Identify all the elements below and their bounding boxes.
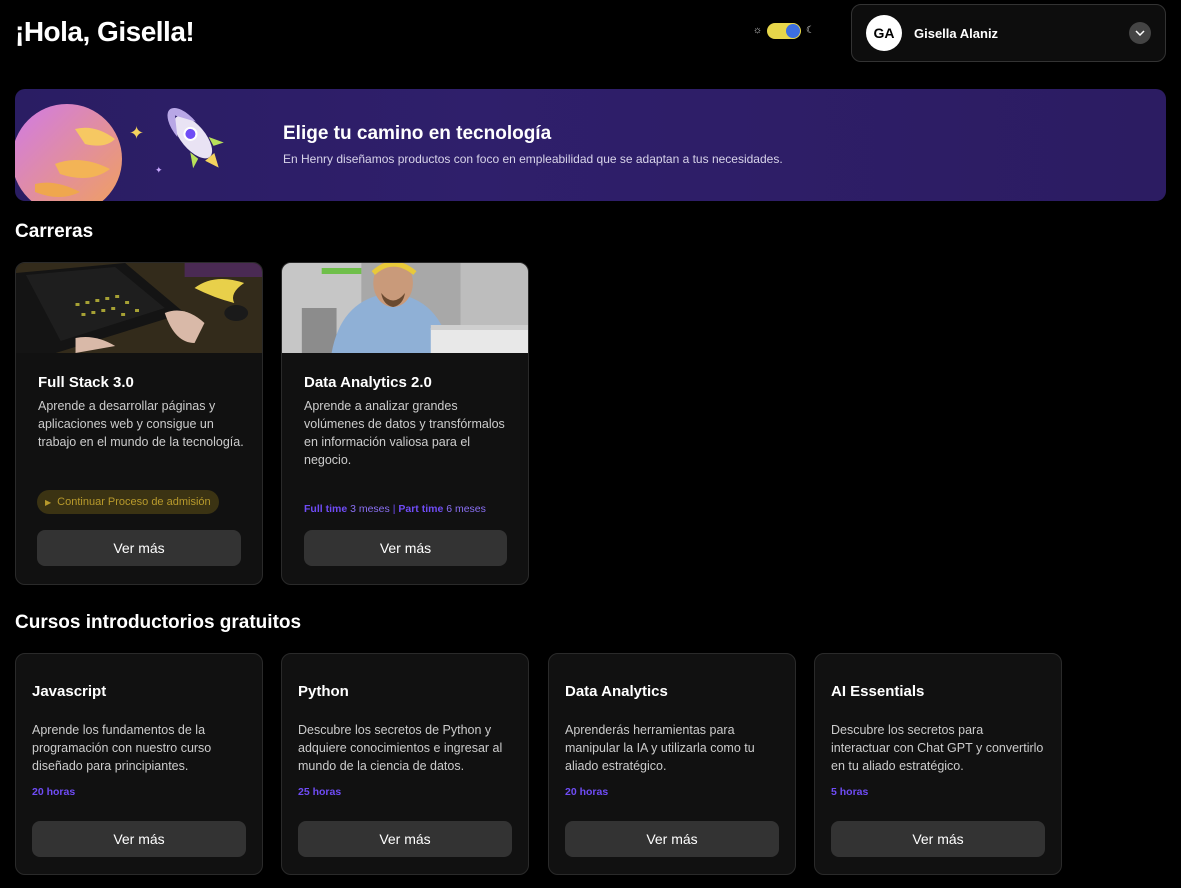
avatar: GA [866, 15, 902, 51]
course-title: Python [298, 683, 349, 700]
course-description: Descubre los secretos de Python y adquie… [298, 723, 503, 773]
course-title: Data Analytics [565, 683, 668, 700]
course-card-ai-essentials: AI Essentials Descubre los secretos para… [814, 653, 1062, 875]
user-menu[interactable]: GA Gisella Alaniz [851, 4, 1166, 62]
full-time-label: Full time [304, 503, 348, 515]
moon-icon: ☾ [806, 25, 815, 36]
user-name: Gisella Alaniz [914, 25, 999, 41]
career-title: Data Analytics 2.0 [304, 374, 432, 391]
courses-section-title: Cursos introductorios gratuitos [15, 612, 302, 633]
course-title: AI Essentials [831, 683, 925, 700]
course-title: Javascript [32, 683, 107, 700]
theme-switch-knob [786, 24, 800, 38]
play-icon: ▶ [45, 497, 52, 507]
course-duration: 20 horas [565, 786, 609, 798]
course-duration: 25 horas [298, 786, 342, 798]
career-description: Aprende a analizar grandes volúmenes de … [304, 399, 505, 467]
part-time-label: Part time [398, 503, 444, 515]
banner-subtitle: En Henry diseñamos productos con foco en… [283, 152, 783, 166]
course-description: Aprenderás herramientas para manipular l… [565, 723, 755, 773]
careers-section-title: Carreras [15, 221, 94, 242]
ver-mas-button[interactable]: Ver más [32, 821, 246, 857]
career-title: Full Stack 3.0 [38, 374, 134, 391]
admission-status-badge[interactable]: ▶ Continuar Proceso de admisión [37, 490, 219, 514]
part-time-value: 6 meses [446, 503, 486, 515]
greeting-title: ¡Hola, Gisella! [15, 16, 195, 47]
ver-mas-button[interactable]: Ver más [304, 530, 507, 566]
course-description: Aprende los fundamentos de la programaci… [32, 723, 212, 773]
course-card-data-analytics: Data Analytics Aprenderás herramientas p… [548, 653, 796, 875]
ver-mas-button[interactable]: Ver más [37, 530, 241, 566]
theme-toggle[interactable]: ☼ ☾ [752, 23, 816, 39]
ver-mas-button[interactable]: Ver más [298, 821, 512, 857]
course-card-python: Python Descubre los secretos de Python y… [281, 653, 529, 875]
theme-switch[interactable] [767, 23, 801, 39]
ver-mas-button[interactable]: Ver más [565, 821, 779, 857]
career-duration: Full time 3 meses | Part time 6 meses [304, 503, 486, 515]
duration-separator: | [392, 503, 396, 515]
career-description: Aprende a desarrollar páginas y aplicaci… [38, 399, 244, 449]
ver-mas-button[interactable]: Ver más [831, 821, 1045, 857]
sun-icon: ☼ [752, 25, 763, 36]
career-card-data-analytics: Data Analytics 2.0 Aprende a analizar gr… [281, 262, 529, 585]
course-duration: 5 horas [831, 786, 869, 798]
admission-status-label: Continuar Proceso de admisión [57, 496, 211, 508]
svg-text:✦: ✦ [155, 165, 163, 175]
data-analytics-man-image [282, 263, 528, 353]
career-card-fullstack: Full Stack 3.0 Aprende a desarrollar pág… [15, 262, 263, 585]
course-duration: 20 horas [32, 786, 76, 798]
banner-title: Elige tu camino en tecnología [283, 123, 552, 144]
full-time-value: 3 meses [350, 503, 390, 515]
chevron-down-icon[interactable] [1129, 22, 1151, 44]
fullstack-keyboard-image [16, 263, 262, 353]
rocket-planet-illustration: ✦ ✦ ✦ [15, 104, 224, 201]
svg-text:✦: ✦ [129, 123, 144, 143]
course-description: Descubre los secretos para interactuar c… [831, 723, 1044, 773]
course-card-javascript: Javascript Aprende los fundamentos de la… [15, 653, 263, 875]
promo-banner: ✦ ✦ ✦ Elige tu camino en tecnología En H… [15, 89, 1166, 201]
